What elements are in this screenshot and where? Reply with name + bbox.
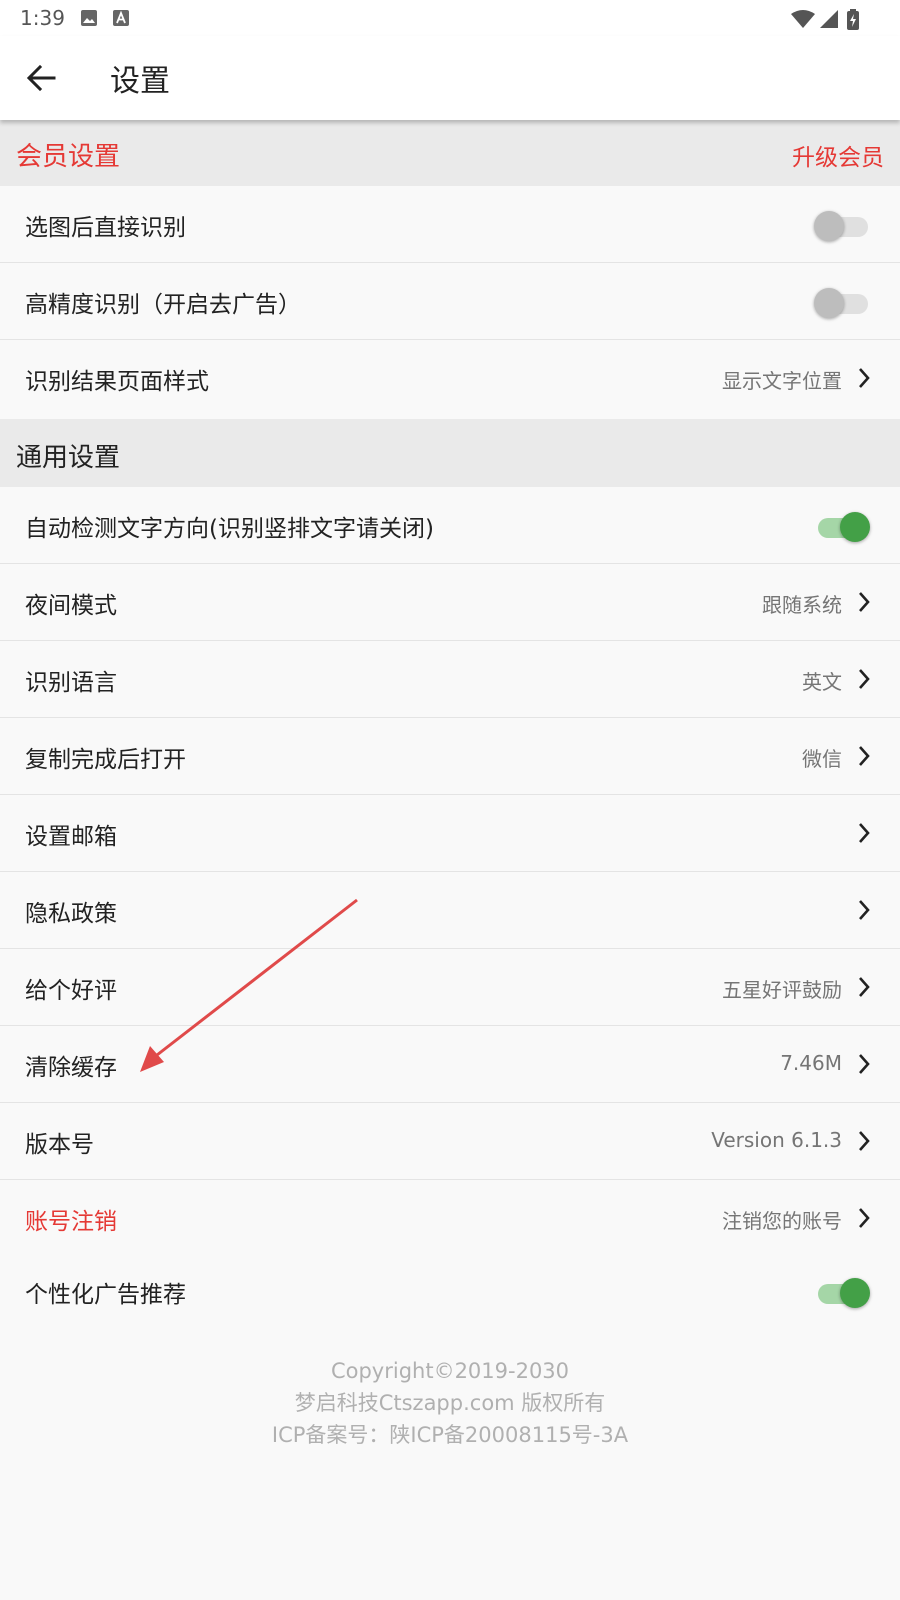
status-time: 1:39	[20, 6, 65, 30]
setting-row-privacy[interactable]: 隐私政策	[0, 872, 900, 949]
setting-value: 五星好评鼓励	[722, 978, 842, 1002]
section-header-general: 通用设置	[0, 419, 900, 487]
chevron-right-icon	[859, 669, 870, 689]
auto-recognize-toggle[interactable]	[814, 211, 870, 241]
setting-value: 英文	[802, 670, 842, 694]
setting-row-language[interactable]: 识别语言 英文	[0, 641, 900, 718]
setting-label: 个性化广告推荐	[25, 1282, 186, 1308]
setting-row-clear-cache[interactable]: 清除缓存 7.46M	[0, 1026, 900, 1103]
setting-label: 选图后直接识别	[25, 215, 186, 241]
chevron-right-icon	[859, 746, 870, 766]
chevron-right-icon	[859, 977, 870, 997]
chevron-right-icon	[859, 1131, 870, 1151]
setting-value: 微信	[802, 747, 842, 771]
high-precision-toggle[interactable]	[814, 288, 870, 318]
setting-row-rate[interactable]: 给个好评 五星好评鼓励	[0, 949, 900, 1026]
setting-label: 清除缓存	[25, 1055, 117, 1081]
setting-label: 隐私政策	[25, 901, 117, 927]
icp-text: ICP备案号：陕ICP备20008115号-3A	[271, 1423, 629, 1447]
setting-label: 高精度识别（开启去广告）	[25, 292, 301, 318]
upgrade-member-button[interactable]: 升级会员	[792, 138, 884, 172]
setting-row-open-after-copy[interactable]: 复制完成后打开 微信	[0, 718, 900, 795]
setting-row-text-direction[interactable]: 自动检测文字方向(识别竖排文字请关闭)	[0, 487, 900, 564]
company-text: 梦启科技Ctszapp.com 版权所有	[294, 1391, 606, 1415]
chevron-right-icon	[859, 1054, 870, 1074]
section-header-member: 会员设置 升级会员	[0, 120, 900, 186]
section-title-general: 通用设置	[16, 443, 121, 473]
setting-value: 跟随系统	[762, 593, 842, 617]
setting-value: 显示文字位置	[722, 369, 842, 393]
setting-row-delete-account[interactable]: 账号注销 注销您的账号	[0, 1180, 900, 1257]
setting-label: 自动检测文字方向(识别竖排文字请关闭)	[25, 516, 434, 542]
setting-label: 识别结果页面样式	[25, 369, 209, 395]
status-bar: 1:39	[0, 0, 900, 36]
chevron-right-icon	[859, 900, 870, 920]
setting-value: Version 6.1.3	[711, 1128, 842, 1152]
chevron-right-icon	[859, 1208, 870, 1228]
app-bar: 设置	[0, 36, 900, 120]
personalized-ads-toggle[interactable]	[814, 1278, 870, 1308]
footer: Copyright©2019-2030 梦启科技Ctszapp.com 版权所有…	[0, 1355, 900, 1451]
setting-value: 注销您的账号	[722, 1209, 842, 1233]
arrow-back-icon[interactable]	[22, 58, 62, 98]
copyright-text: Copyright©2019-2030	[330, 1359, 570, 1383]
setting-label: 复制完成后打开	[25, 747, 186, 773]
font-icon	[113, 10, 129, 26]
setting-value: 7.46M	[780, 1051, 842, 1075]
setting-row-high-precision[interactable]: 高精度识别（开启去广告）	[0, 263, 900, 340]
setting-label: 给个好评	[25, 978, 117, 1004]
text-direction-toggle[interactable]	[814, 512, 870, 542]
setting-row-email[interactable]: 设置邮箱	[0, 795, 900, 872]
setting-label: 账号注销	[25, 1209, 117, 1235]
setting-row-auto-recognize[interactable]: 选图后直接识别	[0, 186, 900, 263]
chevron-right-icon	[859, 823, 870, 843]
section-title-member: 会员设置	[16, 142, 121, 172]
image-icon	[81, 10, 97, 26]
chevron-right-icon	[859, 592, 870, 612]
setting-row-version[interactable]: 版本号 Version 6.1.3	[0, 1103, 900, 1180]
setting-row-night-mode[interactable]: 夜间模式 跟随系统	[0, 564, 900, 641]
setting-row-personalized-ads[interactable]: 个性化广告推荐	[0, 1253, 900, 1330]
setting-row-result-style[interactable]: 识别结果页面样式 显示文字位置	[0, 340, 900, 417]
signal-icon	[820, 10, 838, 28]
chevron-right-icon	[859, 368, 870, 388]
setting-label: 设置邮箱	[25, 824, 117, 850]
setting-label: 夜间模式	[25, 593, 117, 619]
setting-label: 识别语言	[25, 670, 117, 696]
page-title: 设置	[110, 64, 170, 99]
battery-icon	[847, 9, 859, 30]
wifi-icon	[791, 10, 815, 28]
setting-label: 版本号	[25, 1132, 94, 1158]
